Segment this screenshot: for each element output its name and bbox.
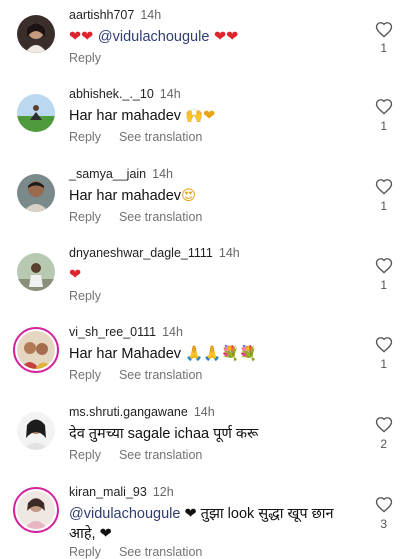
comment-username[interactable]: kiran_mali_93 bbox=[69, 485, 147, 499]
avatar[interactable] bbox=[17, 15, 55, 53]
comment-text: देव तुमच्या sagale ichaa पूर्ण करू bbox=[69, 424, 369, 444]
heart-outline-icon[interactable] bbox=[375, 336, 393, 353]
comment-username[interactable]: dnyaneshwar_dagle_1111 bbox=[69, 246, 213, 260]
comment-time: 14h bbox=[140, 8, 162, 22]
comment-username[interactable]: vi_sh_ree_0111 bbox=[69, 325, 156, 339]
see-translation-button[interactable]: See translation bbox=[119, 545, 202, 559]
comment-text: Har har mahadev 🙌❤ bbox=[69, 106, 369, 126]
comment-emoji: 😍 bbox=[181, 188, 197, 204]
comment-meta: abhishek._._10 14h bbox=[69, 87, 181, 101]
comment-username[interactable]: abhishek._._10 bbox=[69, 87, 154, 101]
comment-text: ❤❤ @vidulachougule ❤❤ bbox=[69, 27, 369, 47]
comment-actions: Reply bbox=[69, 51, 101, 65]
comment-actions: Reply See translation bbox=[69, 545, 202, 559]
avatar[interactable] bbox=[17, 94, 55, 132]
reply-button[interactable]: Reply bbox=[69, 210, 101, 224]
avatar[interactable] bbox=[13, 327, 59, 373]
heart-outline-icon[interactable] bbox=[375, 178, 393, 195]
comment-text: ❤ bbox=[69, 265, 369, 285]
like-count: 2 bbox=[380, 437, 387, 451]
comment-time: 14h bbox=[159, 87, 181, 101]
mention-link[interactable]: @vidulachougule bbox=[69, 506, 180, 522]
see-translation-button[interactable]: See translation bbox=[119, 210, 202, 224]
heart-outline-icon[interactable] bbox=[375, 257, 393, 274]
comment-emoji: ❤ bbox=[69, 267, 82, 283]
reply-button[interactable]: Reply bbox=[69, 545, 101, 559]
reply-button[interactable]: Reply bbox=[69, 130, 101, 144]
comment-actions: Reply See translation bbox=[69, 448, 202, 462]
heart-outline-icon[interactable] bbox=[375, 496, 393, 513]
avatar[interactable] bbox=[17, 253, 55, 291]
reply-button[interactable]: Reply bbox=[69, 51, 101, 65]
mention-link[interactable]: @vidulachougule bbox=[98, 29, 209, 45]
comment-body: देव तुमच्या sagale ichaa पूर्ण करू bbox=[69, 426, 259, 442]
avatar[interactable] bbox=[13, 487, 59, 533]
reply-button[interactable]: Reply bbox=[69, 448, 101, 462]
reply-button[interactable]: Reply bbox=[69, 289, 101, 303]
heart-outline-icon[interactable] bbox=[375, 21, 393, 38]
comment-time: 12h bbox=[152, 485, 174, 499]
like-count: 1 bbox=[380, 278, 387, 292]
comment-meta: ms.shruti.gangawane 14h bbox=[69, 405, 215, 419]
see-translation-button[interactable]: See translation bbox=[119, 448, 202, 462]
comment-body: Har har mahadev bbox=[69, 108, 186, 124]
comment-username[interactable]: ms.shruti.gangawane bbox=[69, 405, 188, 419]
comment-actions: Reply See translation bbox=[69, 210, 202, 224]
comment-time: 14h bbox=[193, 405, 215, 419]
comment-username[interactable]: aartishh707 bbox=[69, 8, 134, 22]
comment-text: Har har mahadev😍 bbox=[69, 186, 369, 206]
comment-actions: Reply bbox=[69, 289, 101, 303]
comment-emoji: 🙌❤ bbox=[185, 108, 216, 124]
comment-meta: aartishh707 14h bbox=[69, 8, 161, 22]
like-count: 1 bbox=[380, 41, 387, 55]
comment-text: Har har Mahadev 🙏🙏💐💐 bbox=[69, 344, 369, 364]
comment-time: 14h bbox=[162, 325, 183, 339]
heart-outline-icon[interactable] bbox=[375, 416, 393, 433]
see-translation-button[interactable]: See translation bbox=[119, 130, 202, 144]
comment-meta: vi_sh_ree_0111 14h bbox=[69, 325, 183, 339]
comment-actions: Reply See translation bbox=[69, 368, 202, 382]
comment-meta: kiran_mali_93 12h bbox=[69, 485, 174, 499]
comment-username[interactable]: _samya__jain bbox=[69, 167, 146, 181]
comment-meta: dnyaneshwar_dagle_1111 14h bbox=[69, 246, 240, 260]
comment-time: 14h bbox=[152, 167, 173, 181]
like-count: 1 bbox=[380, 119, 387, 133]
like-count: 1 bbox=[380, 199, 387, 213]
avatar[interactable] bbox=[17, 174, 55, 212]
comment-text: @vidulachougule ❤ तुझा look सुद्धा खूप छ… bbox=[69, 504, 364, 544]
heart-outline-icon[interactable] bbox=[375, 98, 393, 115]
like-count: 1 bbox=[380, 357, 387, 371]
comment-time: 14h bbox=[218, 246, 240, 260]
see-translation-button[interactable]: See translation bbox=[119, 368, 202, 382]
avatar[interactable] bbox=[17, 412, 55, 450]
comment-meta: _samya__jain 14h bbox=[69, 167, 173, 181]
comment-emoji: ❤❤ bbox=[69, 29, 98, 45]
comment-emoji: ❤❤ bbox=[209, 29, 239, 45]
reply-button[interactable]: Reply bbox=[69, 368, 101, 382]
comment-body: Har har Mahadev bbox=[69, 346, 186, 362]
like-count: 3 bbox=[380, 517, 387, 531]
comment-actions: Reply See translation bbox=[69, 130, 202, 144]
comment-body: Har har mahadev bbox=[69, 188, 182, 204]
comment-emoji: 🙏🙏💐💐 bbox=[185, 346, 258, 362]
